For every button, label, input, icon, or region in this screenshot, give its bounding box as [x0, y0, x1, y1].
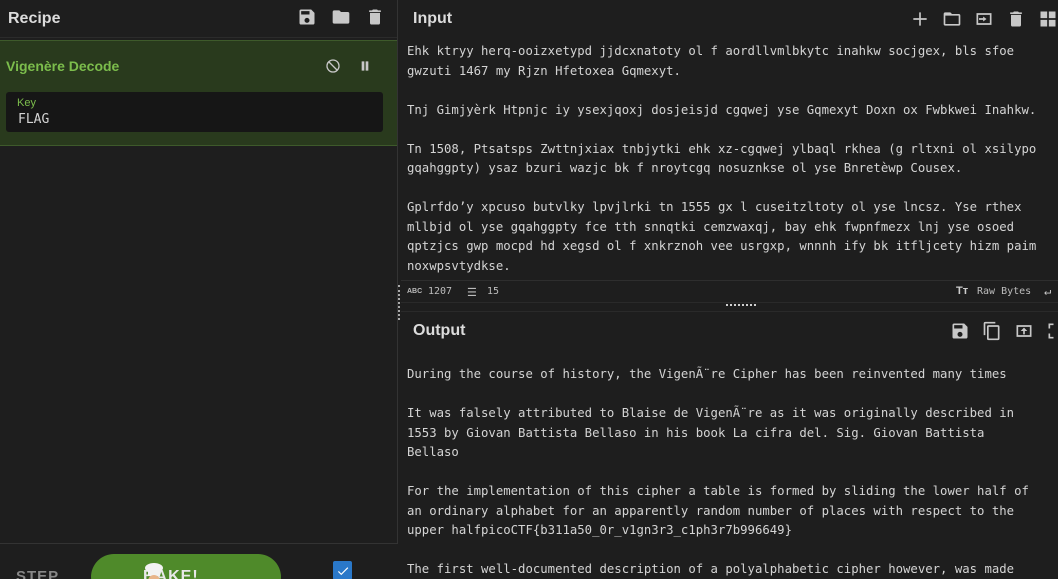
input-panel: Input Ehk ktryy herq-ooizxetypd jjdcxnat…	[401, 0, 1058, 302]
key-label: Key	[17, 97, 36, 109]
recipe-header: Recipe	[0, 0, 397, 38]
layout-icon[interactable]	[1038, 8, 1058, 30]
open-folder-icon[interactable]	[942, 8, 962, 30]
output-panel: Output During the course of history, the…	[401, 312, 1058, 579]
bake-area: STEP BAKE!	[0, 543, 398, 579]
trash-icon[interactable]	[365, 6, 385, 28]
input-header: Input	[401, 0, 1058, 38]
input-status-bar: ABC 1207 ☰ 15 Tт Raw Bytes ↵	[401, 280, 1058, 302]
replace-input-icon[interactable]	[1014, 320, 1034, 342]
recipe-panel: Recipe Vigenère Decode Key FLAG STEP BAK…	[0, 0, 398, 579]
save-icon[interactable]	[297, 6, 317, 28]
chef-hat-icon	[145, 563, 163, 579]
add-icon[interactable]	[910, 8, 930, 30]
maximize-icon[interactable]	[1046, 320, 1058, 342]
input-textarea[interactable]: Ehk ktryy herq-ooizxetypd jjdcxnatoty ol…	[407, 42, 1058, 280]
pause-icon[interactable]	[355, 55, 375, 77]
import-icon[interactable]	[974, 8, 994, 30]
step-button[interactable]: STEP	[16, 568, 59, 579]
line-count: 15	[487, 286, 500, 297]
key-field[interactable]: Key FLAG	[6, 92, 383, 132]
char-count: 1207	[428, 286, 453, 297]
output-textarea[interactable]: During the course of history, the VigenÃ…	[407, 365, 1058, 579]
checkmark-icon	[337, 566, 348, 575]
char-count-icon: ABC	[407, 288, 423, 295]
recipe-title: Recipe	[8, 9, 61, 27]
operation-title: Vigenère Decode	[6, 58, 120, 74]
output-header: Output	[401, 312, 1058, 350]
input-header-icons	[910, 8, 1058, 30]
text-encoding-icon[interactable]: Tт	[956, 285, 968, 297]
key-input[interactable]: FLAG	[18, 112, 49, 127]
resize-grip[interactable]	[726, 304, 756, 307]
output-header-icons	[950, 320, 1058, 342]
bake-button[interactable]: BAKE!	[91, 554, 281, 579]
output-title: Output	[413, 322, 466, 339]
line-count-icon: ☰	[467, 286, 477, 299]
vigenere-decode-operation[interactable]: Vigenère Decode Key FLAG	[0, 40, 397, 146]
disable-icon[interactable]	[323, 55, 343, 77]
input-title: Input	[413, 10, 453, 27]
eol-icon[interactable]: ↵	[1044, 284, 1051, 298]
copy-icon[interactable]	[982, 320, 1002, 342]
recipe-header-icons	[297, 6, 385, 28]
save-icon[interactable]	[950, 320, 970, 342]
auto-bake-checkbox[interactable]	[333, 561, 352, 579]
io-resize-handle[interactable]	[401, 302, 1058, 312]
folder-icon[interactable]	[331, 6, 351, 28]
raw-bytes-label[interactable]: Raw Bytes	[977, 286, 1031, 297]
operation-controls	[323, 55, 375, 77]
trash-icon[interactable]	[1006, 8, 1026, 30]
